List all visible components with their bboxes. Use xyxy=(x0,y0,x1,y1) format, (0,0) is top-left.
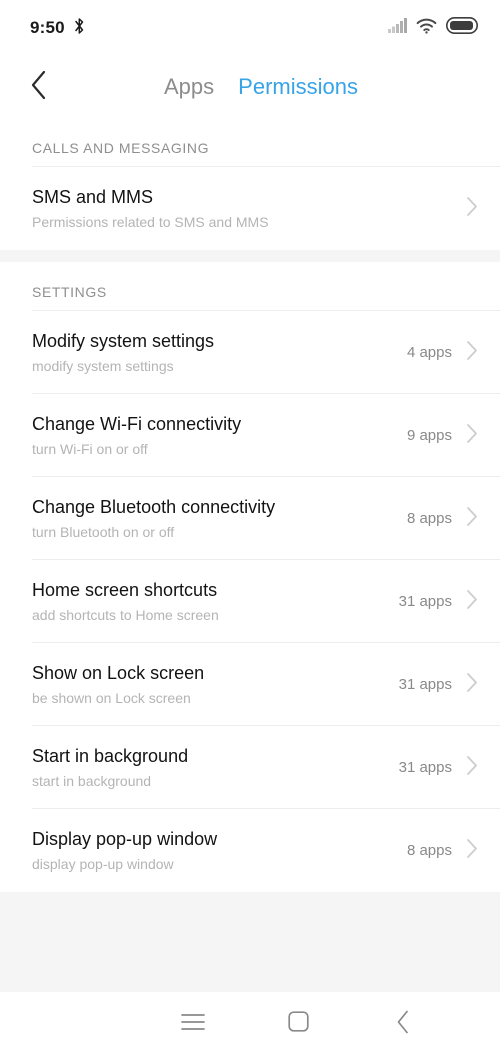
list-item-home-screen-shortcuts[interactable]: Home screen shortcuts add shortcuts to H… xyxy=(0,560,500,643)
chevron-right-icon xyxy=(466,838,478,864)
list-item-trailing: 31 apps xyxy=(389,589,478,615)
list-item-trailing: 8 apps xyxy=(397,838,478,864)
list-item-display-popup-window[interactable]: Display pop-up window display pop-up win… xyxy=(0,809,500,892)
signal-bars-icon xyxy=(388,18,407,38)
chevron-right-icon xyxy=(466,506,478,532)
list-item-sms-and-mms[interactable]: SMS and MMS Permissions related to SMS a… xyxy=(0,167,500,250)
list-item-trailing: 8 apps xyxy=(397,506,478,532)
list-item-title: Change Wi-Fi connectivity xyxy=(32,414,242,435)
list-item-trailing: 31 apps xyxy=(389,755,478,781)
list-item-count: 31 apps xyxy=(398,593,452,610)
list-bottom-spacer xyxy=(0,892,500,992)
list-item-subtitle: display pop-up window xyxy=(32,855,174,872)
home-square-icon xyxy=(287,1011,309,1037)
phone-screen: 9:50 Apps Permissions CALLS AND MESSAGIN… xyxy=(0,0,500,1056)
section-calls-and-messaging: CALLS AND MESSAGING SMS and MMS Permissi… xyxy=(0,118,500,250)
system-navigation-bar xyxy=(0,992,500,1056)
section-header-settings: SETTINGS xyxy=(32,284,107,300)
list-item-title: Change Bluetooth connectivity xyxy=(32,497,276,518)
list-item-count: 8 apps xyxy=(406,842,452,859)
list-item-title: Display pop-up window xyxy=(32,829,218,850)
status-bar-right xyxy=(388,17,478,39)
list-item-trailing xyxy=(442,196,478,222)
list-item-text: Display pop-up window display pop-up win… xyxy=(32,813,397,888)
list-item-text: Start in background start in background xyxy=(32,730,389,805)
list-item-change-wifi-connectivity[interactable]: Change Wi-Fi connectivity turn Wi-Fi on … xyxy=(0,394,500,477)
list-item-count: 8 apps xyxy=(406,510,452,527)
list-item-text: SMS and MMS Permissions related to SMS a… xyxy=(32,171,442,246)
nav-back-button[interactable] xyxy=(351,992,456,1056)
nav-home-button[interactable] xyxy=(246,992,351,1056)
section-settings: SETTINGS Modify system settings modify s… xyxy=(0,262,500,892)
list-item-subtitle: start in background xyxy=(32,772,152,789)
nav-recents-button[interactable] xyxy=(141,992,246,1056)
status-bar: 9:50 xyxy=(0,0,500,56)
header-back-button[interactable] xyxy=(30,70,60,104)
tab-apps[interactable]: Apps xyxy=(164,74,214,100)
wifi-icon xyxy=(416,18,437,39)
section-header-calls-and-messaging: CALLS AND MESSAGING xyxy=(32,140,210,156)
list-item-subtitle: be shown on Lock screen xyxy=(32,689,191,706)
app-header: Apps Permissions xyxy=(0,56,500,118)
menu-icon xyxy=(181,1013,205,1036)
chevron-right-icon xyxy=(466,423,478,449)
list-item-title: Modify system settings xyxy=(32,331,215,352)
list-item-subtitle: turn Bluetooth on or off xyxy=(32,523,175,540)
chevron-right-icon xyxy=(466,340,478,366)
battery-icon xyxy=(446,17,478,39)
list-item-title: SMS and MMS xyxy=(32,187,154,208)
list-item-title: Start in background xyxy=(32,746,189,767)
bluetooth-icon xyxy=(73,17,86,40)
list-item-trailing: 31 apps xyxy=(389,672,478,698)
list-item-modify-system-settings[interactable]: Modify system settings modify system set… xyxy=(0,311,500,394)
back-chevron-icon xyxy=(30,70,47,105)
chevron-right-icon xyxy=(466,672,478,698)
list-item-text: Change Wi-Fi connectivity turn Wi-Fi on … xyxy=(32,398,397,473)
list-item-count: 31 apps xyxy=(398,676,452,693)
list-item-text: Home screen shortcuts add shortcuts to H… xyxy=(32,564,389,639)
list-item-count: 9 apps xyxy=(406,427,452,444)
list-item-show-on-lock-screen[interactable]: Show on Lock screen be shown on Lock scr… xyxy=(0,643,500,726)
back-chevron-icon xyxy=(396,1010,410,1039)
chevron-right-icon xyxy=(466,755,478,781)
status-bar-clock: 9:50 xyxy=(30,18,65,37)
list-item-subtitle: modify system settings xyxy=(32,357,174,374)
list-item-title: Show on Lock screen xyxy=(32,663,205,684)
list-item-text: Change Bluetooth connectivity turn Bluet… xyxy=(32,481,397,556)
list-item-trailing: 9 apps xyxy=(397,423,478,449)
status-bar-left: 9:50 xyxy=(30,17,86,40)
chevron-right-icon xyxy=(466,196,478,222)
list-item-title: Home screen shortcuts xyxy=(32,580,218,601)
list-item-subtitle: Permissions related to SMS and MMS xyxy=(32,213,269,230)
list-item-change-bluetooth-connectivity[interactable]: Change Bluetooth connectivity turn Bluet… xyxy=(0,477,500,560)
list-item-subtitle: add shortcuts to Home screen xyxy=(32,606,219,623)
settings-list[interactable]: CALLS AND MESSAGING SMS and MMS Permissi… xyxy=(0,118,500,992)
list-item-subtitle: turn Wi-Fi on or off xyxy=(32,440,148,457)
list-item-text: Show on Lock screen be shown on Lock scr… xyxy=(32,647,389,722)
header-tabs: Apps Permissions xyxy=(164,74,358,100)
tab-permissions[interactable]: Permissions xyxy=(238,74,358,100)
list-item-start-in-background[interactable]: Start in background start in background … xyxy=(0,726,500,809)
list-item-count: 31 apps xyxy=(398,759,452,776)
list-item-trailing: 4 apps xyxy=(397,340,478,366)
chevron-right-icon xyxy=(466,589,478,615)
list-item-count: 4 apps xyxy=(406,344,452,361)
list-item-text: Modify system settings modify system set… xyxy=(32,315,397,390)
